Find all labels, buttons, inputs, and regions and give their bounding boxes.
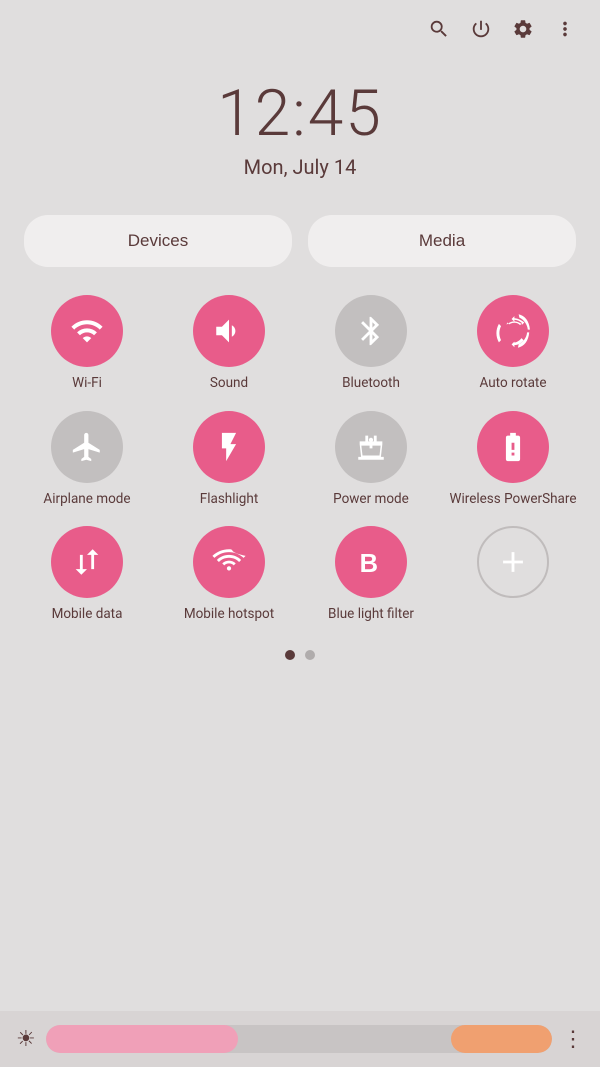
toggle-circle-flashlight bbox=[193, 411, 265, 483]
toggle-label-mobiledata: Mobile data bbox=[52, 606, 123, 624]
more-icon[interactable] bbox=[554, 18, 576, 46]
toggle-label-bluelight: Blue light filter bbox=[328, 606, 414, 624]
toggle-circle-wifi bbox=[51, 295, 123, 367]
device-media-row: Devices Media bbox=[0, 215, 600, 267]
clock-section: 12:45 Mon, July 14 bbox=[0, 76, 600, 179]
brightness-bar: ☀ ⋮ bbox=[0, 1011, 600, 1067]
toggle-hotspot[interactable]: Mobile hotspot bbox=[158, 526, 300, 624]
brightness-fill-orange bbox=[451, 1025, 552, 1053]
brightness-track[interactable] bbox=[46, 1025, 552, 1053]
toggle-circle-powermode bbox=[335, 411, 407, 483]
toggle-mobiledata[interactable]: Mobile data bbox=[16, 526, 158, 624]
toggle-label-powermode: Power mode bbox=[333, 491, 409, 509]
clock-time: 12:45 bbox=[0, 76, 600, 151]
toggle-powermode[interactable]: Power mode bbox=[300, 411, 442, 509]
toggle-circle-bluetooth bbox=[335, 295, 407, 367]
toggle-circle-add bbox=[477, 526, 549, 598]
page-dot-2[interactable] bbox=[305, 650, 315, 660]
toggle-circle-mobiledata bbox=[51, 526, 123, 598]
page-dot-1[interactable] bbox=[285, 650, 295, 660]
toggle-label-autorotate: Auto rotate bbox=[480, 375, 547, 393]
devices-button[interactable]: Devices bbox=[24, 215, 292, 267]
toggle-label-flashlight: Flashlight bbox=[200, 491, 259, 509]
toggle-circle-bluelight: B bbox=[335, 526, 407, 598]
toggle-bluetooth[interactable]: Bluetooth bbox=[300, 295, 442, 393]
toggle-label-wireless: Wireless PowerShare bbox=[449, 491, 576, 509]
media-button[interactable]: Media bbox=[308, 215, 576, 267]
toggle-label-bluetooth: Bluetooth bbox=[342, 375, 400, 393]
toggle-autorotate[interactable]: Auto rotate bbox=[442, 295, 584, 393]
brightness-icon: ☀ bbox=[16, 1027, 36, 1052]
toggle-add[interactable] bbox=[442, 526, 584, 624]
toggle-wifi[interactable]: Wi-Fi bbox=[16, 295, 158, 393]
toggle-label-wifi: Wi-Fi bbox=[72, 375, 102, 393]
page-dots bbox=[0, 650, 600, 660]
toggles-grid: Wi-Fi Sound Bluetooth Auto rotate Airplane m… bbox=[0, 295, 600, 642]
toggle-circle-wireless bbox=[477, 411, 549, 483]
toggle-flashlight[interactable]: Flashlight bbox=[158, 411, 300, 509]
top-bar bbox=[0, 0, 600, 46]
svg-text:B: B bbox=[360, 550, 378, 578]
toggle-circle-sound bbox=[193, 295, 265, 367]
toggle-circle-hotspot bbox=[193, 526, 265, 598]
toggle-bluelight[interactable]: B Blue light filter bbox=[300, 526, 442, 624]
brightness-more-icon[interactable]: ⋮ bbox=[562, 1027, 584, 1052]
toggle-airplane[interactable]: Airplane mode bbox=[16, 411, 158, 509]
brightness-fill-pink bbox=[46, 1025, 238, 1053]
toggle-wireless[interactable]: Wireless PowerShare bbox=[442, 411, 584, 509]
settings-icon[interactable] bbox=[512, 18, 534, 46]
search-icon[interactable] bbox=[428, 18, 450, 46]
toggle-sound[interactable]: Sound bbox=[158, 295, 300, 393]
toggle-label-hotspot: Mobile hotspot bbox=[184, 606, 274, 624]
toggle-label-sound: Sound bbox=[210, 375, 248, 393]
clock-date: Mon, July 14 bbox=[0, 155, 600, 179]
toggle-circle-airplane bbox=[51, 411, 123, 483]
toggle-circle-autorotate bbox=[477, 295, 549, 367]
toggle-label-airplane: Airplane mode bbox=[43, 491, 130, 509]
power-icon[interactable] bbox=[470, 18, 492, 46]
